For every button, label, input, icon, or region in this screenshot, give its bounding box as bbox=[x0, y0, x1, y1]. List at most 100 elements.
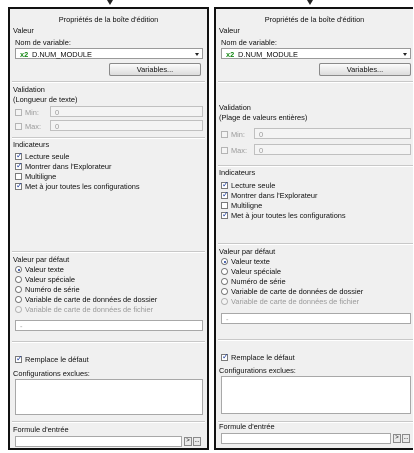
max-field[interactable]: 0 bbox=[254, 144, 411, 155]
folder-datacard-variable-radio[interactable] bbox=[221, 288, 228, 295]
min-checkbox[interactable] bbox=[15, 109, 22, 116]
min-label: Min: bbox=[25, 108, 39, 117]
divider bbox=[12, 137, 205, 139]
indicator-arrow bbox=[107, 0, 113, 5]
variables-button[interactable]: Variables... bbox=[109, 63, 201, 76]
divider bbox=[218, 339, 413, 341]
excluded-configs-label: Configurations exclues: bbox=[13, 369, 90, 378]
special-value-radio[interactable] bbox=[15, 276, 22, 283]
default-value-field[interactable]: - bbox=[15, 320, 203, 331]
indicators-label: Indicateurs bbox=[13, 140, 50, 149]
update-all-configs-checkbox[interactable] bbox=[15, 181, 23, 190]
input-formula-label: Formule d'entrée bbox=[13, 425, 69, 434]
variable-prefix: x2 bbox=[20, 50, 29, 59]
max-checkbox[interactable] bbox=[15, 123, 22, 130]
multiline-checkbox[interactable] bbox=[221, 202, 228, 209]
special-value-label: Valeur spéciale bbox=[25, 275, 75, 284]
divider bbox=[12, 421, 205, 423]
input-formula-field[interactable] bbox=[221, 433, 391, 444]
formula-insert-button[interactable]: > bbox=[393, 434, 401, 443]
min-value: 0 bbox=[259, 130, 264, 139]
divider bbox=[218, 165, 413, 167]
value-group-label: Valeur bbox=[219, 26, 240, 35]
indicator-arrow bbox=[307, 0, 313, 5]
variables-button[interactable]: Variables... bbox=[319, 63, 411, 76]
default-value-label: Valeur par défaut bbox=[219, 247, 276, 256]
update-all-configs-checkbox[interactable] bbox=[221, 210, 229, 219]
variable-name-label: Nom de variable: bbox=[15, 38, 71, 47]
default-value-field[interactable]: - bbox=[221, 313, 411, 324]
excluded-configs-label: Configurations exclues: bbox=[219, 366, 296, 375]
replace-default-checkbox[interactable] bbox=[221, 352, 229, 361]
replace-default-checkbox[interactable] bbox=[15, 354, 23, 363]
chevron-down-icon[interactable] bbox=[403, 53, 407, 56]
min-checkbox[interactable] bbox=[221, 131, 228, 138]
show-in-explorer-checkbox[interactable] bbox=[221, 190, 229, 199]
variable-prefix: x2 bbox=[226, 50, 235, 59]
default-value-text: - bbox=[226, 315, 229, 324]
formula-browse-button[interactable]: ... bbox=[193, 437, 201, 446]
validation-label: Validation bbox=[219, 103, 251, 112]
update-all-configs-label: Met à jour toutes les configurations bbox=[25, 182, 140, 191]
show-in-explorer-label: Montrer dans l'Explorateur bbox=[25, 162, 112, 171]
divider bbox=[12, 341, 205, 343]
validation-label: Validation bbox=[13, 85, 45, 94]
serial-number-label: Numéro de série bbox=[231, 277, 286, 286]
edit-box-properties-panel: Propriétés de la boîte d'édition Valeur … bbox=[8, 7, 209, 450]
file-datacard-variable-radio[interactable] bbox=[221, 298, 228, 305]
min-label: Min: bbox=[231, 130, 245, 139]
serial-number-label: Numéro de série bbox=[25, 285, 80, 294]
special-value-label: Valeur spéciale bbox=[231, 267, 281, 276]
panel-title: Propriétés de la boîte d'édition bbox=[264, 15, 365, 24]
show-in-explorer-checkbox[interactable] bbox=[15, 161, 23, 170]
formula-browse-button[interactable]: ... bbox=[402, 434, 410, 443]
max-field[interactable]: 0 bbox=[50, 120, 203, 131]
max-label: Max: bbox=[25, 122, 42, 131]
variable-name-value: D.NUM_MODULE bbox=[238, 50, 298, 59]
variable-name-value: D.NUM_MODULE bbox=[32, 50, 92, 59]
excluded-configs-list[interactable] bbox=[221, 376, 411, 414]
folder-datacard-variable-radio[interactable] bbox=[15, 296, 22, 303]
panel-title: Propriétés de la boîte d'édition bbox=[58, 15, 159, 24]
value-group-label: Valeur bbox=[13, 26, 34, 35]
folder-datacard-variable-label: Variable de carte de données de dossier bbox=[231, 287, 364, 296]
variable-name-label: Nom de variable: bbox=[221, 38, 277, 47]
max-value: 0 bbox=[259, 146, 264, 155]
readonly-label: Lecture seule bbox=[231, 181, 276, 190]
variable-name-combobox[interactable]: x2 D.NUM_MODULE bbox=[15, 48, 203, 59]
edit-box-properties-panel: Propriétés de la boîte d'édition Valeur … bbox=[214, 7, 413, 450]
show-in-explorer-label: Montrer dans l'Explorateur bbox=[231, 191, 318, 200]
text-value-radio[interactable] bbox=[221, 258, 228, 265]
text-value-label: Valeur texte bbox=[231, 257, 270, 266]
indicators-label: Indicateurs bbox=[219, 168, 256, 177]
divider bbox=[12, 81, 205, 83]
serial-number-radio[interactable] bbox=[221, 278, 228, 285]
readonly-checkbox[interactable] bbox=[221, 180, 229, 189]
folder-datacard-variable-label: Variable de carte de données de dossier bbox=[25, 295, 158, 304]
max-checkbox[interactable] bbox=[221, 147, 228, 154]
special-value-radio[interactable] bbox=[221, 268, 228, 275]
replace-default-label: Remplace le défaut bbox=[25, 355, 89, 364]
divider bbox=[218, 243, 413, 245]
text-value-radio[interactable] bbox=[15, 266, 22, 273]
input-formula-field[interactable] bbox=[15, 436, 182, 447]
validation-type: (Plage de valeurs entières) bbox=[219, 113, 308, 122]
file-datacard-variable-label: Variable de carte de données de fichier bbox=[25, 305, 154, 314]
excluded-configs-list[interactable] bbox=[15, 379, 203, 415]
max-value: 0 bbox=[55, 122, 60, 131]
variable-name-combobox[interactable]: x2 D.NUM_MODULE bbox=[221, 48, 411, 59]
max-label: Max: bbox=[231, 146, 248, 155]
replace-default-label: Remplace le défaut bbox=[231, 353, 295, 362]
min-field[interactable]: 0 bbox=[254, 128, 411, 139]
multiline-checkbox[interactable] bbox=[15, 173, 22, 180]
update-all-configs-label: Met à jour toutes les configurations bbox=[231, 211, 346, 220]
chevron-down-icon[interactable] bbox=[195, 53, 199, 56]
file-datacard-variable-radio[interactable] bbox=[15, 306, 22, 313]
min-field[interactable]: 0 bbox=[50, 106, 203, 117]
default-value-label: Valeur par défaut bbox=[13, 255, 70, 264]
input-formula-label: Formule d'entrée bbox=[219, 422, 275, 431]
formula-insert-button[interactable]: > bbox=[184, 437, 192, 446]
file-datacard-variable-label: Variable de carte de données de fichier bbox=[231, 297, 360, 306]
serial-number-radio[interactable] bbox=[15, 286, 22, 293]
readonly-checkbox[interactable] bbox=[15, 151, 23, 160]
